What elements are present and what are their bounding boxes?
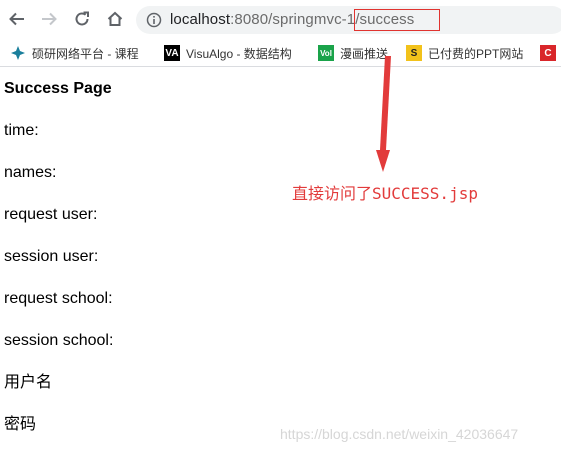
watermark: https://blog.csdn.net/weixin_42036647 (280, 426, 519, 442)
annotation-text: 直接访问了SUCCESS.jsp (292, 184, 478, 203)
annotation-arrow (376, 56, 391, 172)
